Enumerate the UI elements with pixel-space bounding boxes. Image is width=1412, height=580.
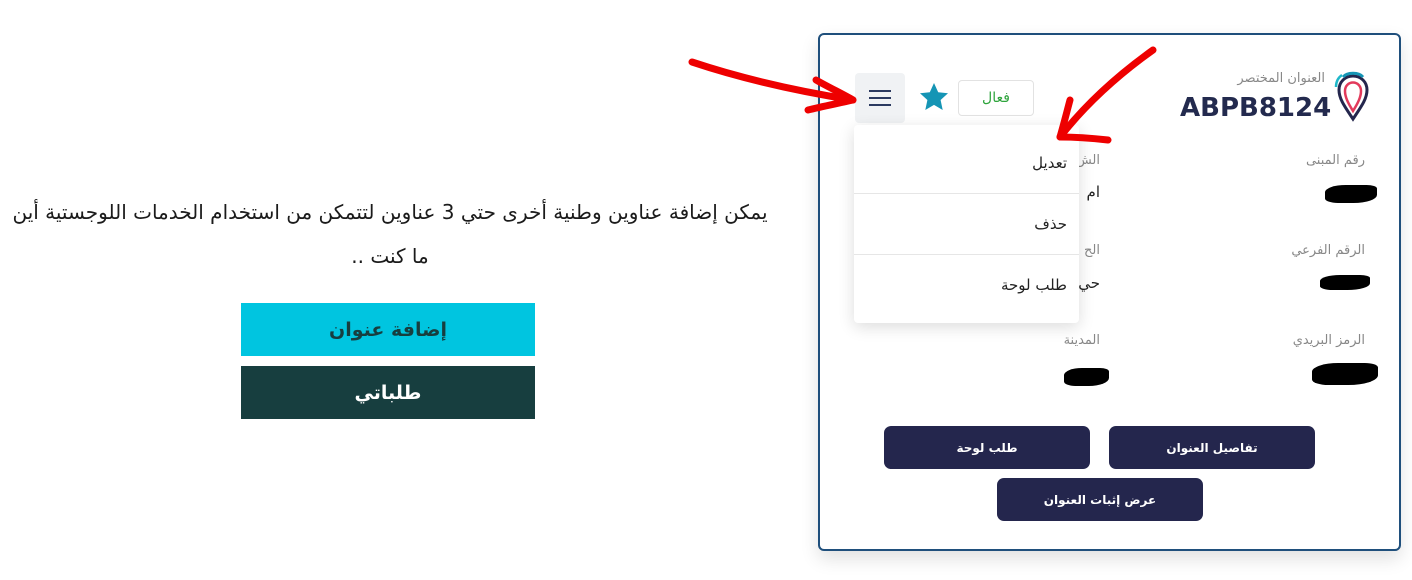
secondary-number-redacted [1320,275,1370,290]
secondary-number-label: الرقم الفرعي [1291,243,1365,258]
menu-item-edit[interactable]: تعديل [854,133,1079,194]
city-redacted [1064,368,1109,386]
short-address-code: ABPB8124 [1180,93,1332,123]
city-label: المدينة [1063,333,1100,348]
options-dropdown-menu: تعديل حذف طلب لوحة [854,125,1079,323]
menu-item-request-plate[interactable]: طلب لوحة [854,255,1079,316]
show-address-proof-button[interactable]: عرض إثبات العنوان [997,478,1203,521]
my-orders-button[interactable]: طلباتي [241,366,535,419]
postal-code-label: الرمز البريدي [1292,333,1365,348]
status-badge: فعال [958,80,1034,116]
add-address-button[interactable]: إضافة عنوان [241,303,535,356]
add-address-info-text: يمكن إضافة عناوين وطنية أخرى حتي 3 عناوي… [12,200,768,268]
star-icon[interactable] [918,81,950,113]
building-number-label: رقم المبنى [1305,153,1365,168]
menu-item-delete[interactable]: حذف [854,194,1079,255]
short-address-label: العنوان المختصر [1237,71,1325,86]
postal-code-redacted [1312,363,1378,385]
request-plate-button[interactable]: طلب لوحة [884,426,1090,469]
hamburger-menu-icon[interactable] [855,73,905,123]
address-details-button[interactable]: تفاصيل العنوان [1109,426,1315,469]
location-pin-logo-icon [1334,71,1369,122]
building-number-redacted [1325,185,1377,203]
